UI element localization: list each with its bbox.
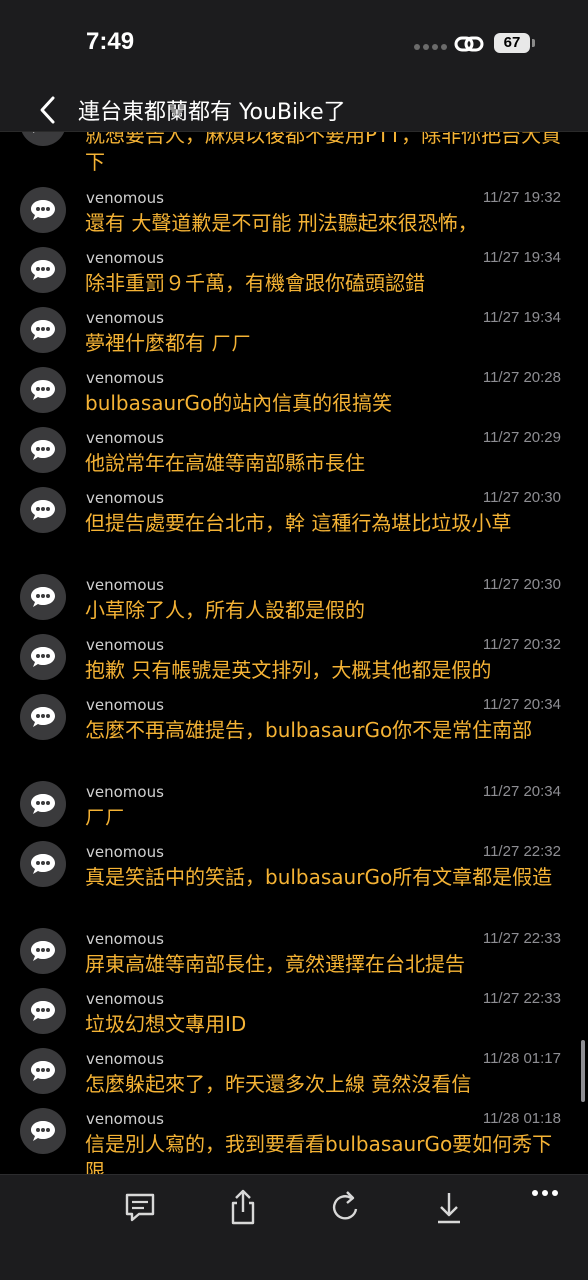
avatar xyxy=(20,1048,66,1094)
avatar xyxy=(20,487,66,533)
avatar xyxy=(20,187,66,233)
avatar xyxy=(20,1108,66,1154)
avatar xyxy=(20,427,66,473)
message-time: 11/27 22:32 xyxy=(482,843,561,860)
message-time: 11/27 20:34 xyxy=(482,783,561,800)
more-icon[interactable] xyxy=(526,1175,566,1215)
author-name: venomous xyxy=(86,489,164,507)
author-name: venomous xyxy=(86,636,164,654)
author-name: venomous xyxy=(86,309,164,327)
download-icon[interactable] xyxy=(429,1187,469,1227)
message-time: 11/27 19:32 xyxy=(482,189,561,206)
avatar xyxy=(20,132,66,146)
message-text: 夢裡什麼都有 ㄏㄏ xyxy=(85,331,252,355)
page-title: 連台東都蘭都有 YouBike了 xyxy=(78,100,346,125)
chat-bubble-icon xyxy=(31,440,55,460)
status-time: 7:49 xyxy=(86,28,135,55)
message-text: 就想要告人，麻煩以後都不要用PTT，除非你把台大買下 xyxy=(85,132,562,174)
message-time: 11/27 22:33 xyxy=(482,930,561,947)
refresh-icon[interactable] xyxy=(326,1187,366,1227)
message-time: 11/27 20:30 xyxy=(482,576,561,593)
author-name: venomous xyxy=(86,576,164,594)
author-name: venomous xyxy=(86,1050,164,1068)
chat-bubble-icon xyxy=(31,1061,55,1081)
message-time: 11/27 20:28 xyxy=(482,369,561,386)
message-time: 11/28 01:18 xyxy=(482,1110,561,1127)
message-text: 屏東高雄等南部長住，竟然選擇在台北提告 xyxy=(85,952,465,976)
scrollbar[interactable] xyxy=(581,1040,585,1102)
avatar xyxy=(20,781,66,827)
message-text: 小草除了人，所有人設都是假的 xyxy=(85,598,365,622)
battery-tip xyxy=(532,39,535,47)
chat-bubble-icon xyxy=(31,380,55,400)
message-text: 他說常年在高雄等南部縣市長住 xyxy=(85,451,365,475)
message-text: 但提告處要在台北市，幹 這種行為堪比垃圾小草 xyxy=(85,511,512,535)
chat-bubble-icon xyxy=(31,794,55,814)
chat-bubble-icon xyxy=(31,1001,55,1021)
chat-bubble-icon xyxy=(31,500,55,520)
author-name: venomous xyxy=(86,843,164,861)
author-name: venomous xyxy=(86,1110,164,1128)
message-time: 11/27 19:34 xyxy=(482,309,561,326)
message-time: 11/27 22:33 xyxy=(482,990,561,1007)
message-time: 11/27 20:32 xyxy=(482,636,561,653)
message-text: 還有 大聲道歉是不可能 刑法聽起來很恐怖， xyxy=(85,211,478,235)
message-text: ㄏㄏ xyxy=(85,805,125,829)
avatar xyxy=(20,307,66,353)
author-name: venomous xyxy=(86,930,164,948)
avatar xyxy=(20,574,66,620)
battery-indicator: 67 xyxy=(494,33,530,53)
message-text: 怎麼躲起來了，昨天還多次上線 竟然沒看信 xyxy=(85,1072,472,1096)
avatar xyxy=(20,841,66,887)
message-text: 怎麼不再高雄提告，bulbasaurGo你不是常住南部 xyxy=(85,718,533,742)
link-icon xyxy=(454,36,484,52)
status-bar: 7:49 67 xyxy=(0,0,588,88)
author-name: venomous xyxy=(86,189,164,207)
avatar xyxy=(20,367,66,413)
back-chevron-icon[interactable] xyxy=(36,94,60,126)
message-time: 11/27 20:34 xyxy=(482,696,561,713)
chat-bubble-icon xyxy=(31,200,55,220)
avatar xyxy=(20,694,66,740)
author-name: venomous xyxy=(86,369,164,387)
message-text: 除非重罰９千萬，有機會跟你磕頭認錯 xyxy=(85,271,425,295)
nav-bar: 連台東都蘭都有 YouBike了 xyxy=(0,88,588,132)
chat-bubble-icon xyxy=(31,707,55,727)
chat-bubble-icon xyxy=(33,132,35,133)
message-text: 信是別人寫的，我到要看看bulbasaurGo要如何秀下限 xyxy=(85,1132,553,1174)
chat-bubble-icon xyxy=(31,1121,55,1141)
chat-bubble-icon xyxy=(31,320,55,340)
message-time: 11/28 01:17 xyxy=(482,1050,561,1067)
message-text: bulbasaurGo的站內信真的很搞笑 xyxy=(85,391,393,415)
author-name: venomous xyxy=(86,429,164,447)
chat-bubble-icon xyxy=(31,854,55,874)
bottom-toolbar xyxy=(0,1174,588,1280)
message-list[interactable]: 就想要告人，麻煩以後都不要用PTT，除非你把台大買下 venomous 11/2… xyxy=(0,132,588,1174)
author-name: venomous xyxy=(86,249,164,267)
author-name: venomous xyxy=(86,696,164,714)
avatar xyxy=(20,634,66,680)
avatar xyxy=(20,988,66,1034)
avatar xyxy=(20,247,66,293)
comment-icon[interactable] xyxy=(120,1187,160,1227)
chat-bubble-icon xyxy=(31,941,55,961)
author-name: venomous xyxy=(86,990,164,1008)
cellular-signal-icon xyxy=(414,44,447,52)
message-text: 真是笑話中的笑話，bulbasaurGo所有文章都是假造 xyxy=(85,865,553,889)
avatar xyxy=(20,928,66,974)
message-text: 抱歉 只有帳號是英文排列，大概其他都是假的 xyxy=(85,658,492,682)
message-time: 11/27 20:29 xyxy=(482,429,561,446)
message-time: 11/27 20:30 xyxy=(482,489,561,506)
chat-bubble-icon xyxy=(31,260,55,280)
chat-bubble-icon xyxy=(31,587,55,607)
message-time: 11/27 19:34 xyxy=(482,249,561,266)
share-icon[interactable] xyxy=(223,1187,263,1227)
chat-bubble-icon xyxy=(31,647,55,667)
message-text: 垃圾幻想文專用ID xyxy=(85,1012,247,1036)
author-name: venomous xyxy=(86,783,164,801)
